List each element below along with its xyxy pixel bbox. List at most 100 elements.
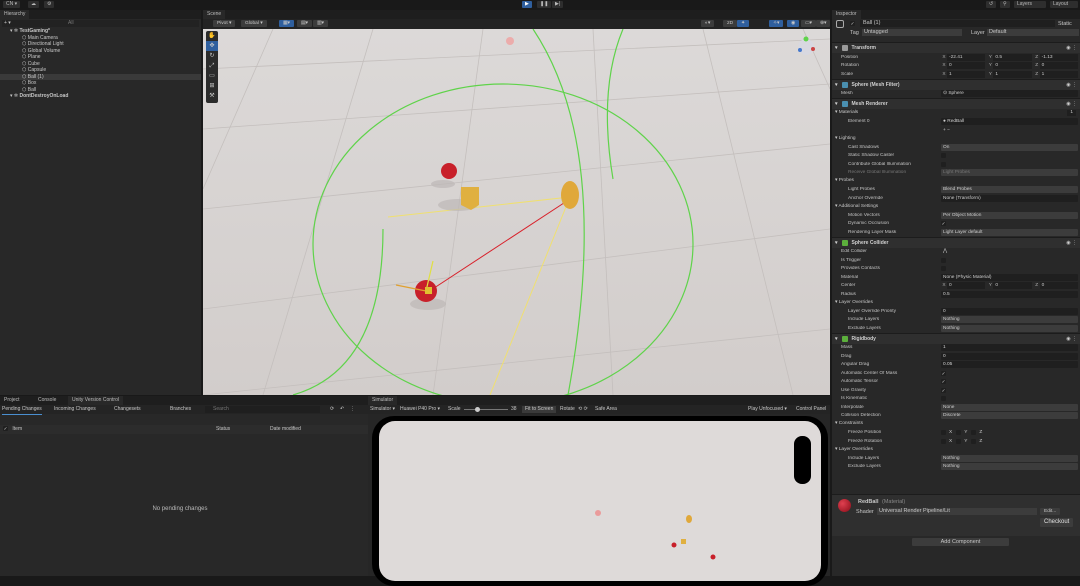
subtab-branches[interactable]: Branches (170, 405, 191, 414)
history-icon[interactable]: ↺ (986, 1, 997, 8)
component-header[interactable]: ▾ Transform ◉ ⋮ (832, 42, 1080, 53)
layers-dropdown[interactable]: Layers (1014, 1, 1046, 8)
foldout-icon[interactable]: ▾ (835, 240, 838, 246)
column-date-modified[interactable]: Date modified (270, 425, 301, 434)
fit-to-screen-button[interactable]: Fit to Screen (522, 406, 557, 413)
transform-tool-icon[interactable]: ⊞ (206, 81, 218, 91)
object-name-field[interactable]: Ball (1) (860, 20, 1055, 27)
tab-unity-version-control[interactable]: Unity Version Control (68, 396, 123, 405)
component-menu-icon[interactable]: ◉ ⋮ (1066, 45, 1077, 51)
gizmos-button[interactable]: ⊕▾ (816, 20, 831, 27)
rotate-tool-icon[interactable]: ↻ (206, 51, 218, 61)
axis-y-input[interactable]: 0 (993, 282, 1032, 290)
step-button[interactable]: ▶| (552, 1, 564, 8)
dropdown[interactable]: Nothing (941, 316, 1078, 324)
capsule-object[interactable] (561, 181, 579, 209)
foldout-section[interactable]: ▾ Constraints (832, 420, 1080, 429)
component-menu-icon[interactable]: ◉ ⋮ (1066, 101, 1077, 107)
component-menu-icon[interactable]: ◉ ⋮ (1066, 240, 1077, 246)
control-panel-button[interactable]: Control Panel (796, 405, 826, 414)
foldout-section[interactable]: ▾ Materials 1 (832, 109, 1080, 118)
value-field[interactable]: None (Transform) (941, 194, 1078, 202)
foldout-section[interactable]: ▾ Additional Settings (832, 203, 1080, 212)
checkbox[interactable] (941, 257, 946, 263)
subtab-incoming-changes[interactable]: Incoming Changes (54, 405, 96, 414)
axis-x-input[interactable]: -22.41 (947, 53, 986, 61)
axis-z-input[interactable]: 1 (1039, 70, 1078, 78)
axis-x-input[interactable]: 0 (947, 282, 986, 290)
axis-y-input[interactable]: 1 (993, 70, 1032, 78)
vector3-field[interactable]: X1Y1Z1 (941, 70, 1078, 78)
value-field[interactable]: 0 (941, 307, 1078, 315)
vector3-field[interactable]: X0Y0Z0 (941, 282, 1078, 290)
component-header[interactable]: ▾ Sphere Collider ◉ ⋮ (832, 236, 1080, 248)
foldout-icon[interactable]: ▾ (835, 336, 838, 342)
foldout-section[interactable]: ▾ Lighting (832, 135, 1080, 144)
constraint-checkbox[interactable] (956, 430, 962, 436)
value-field[interactable]: 0 (941, 352, 1078, 360)
tab-hierarchy[interactable]: Hierarchy (0, 10, 30, 19)
dropdown[interactable]: Nothing (941, 463, 1078, 471)
rect-tool-icon[interactable]: ▭ (206, 71, 218, 81)
axis-x-input[interactable]: 0 (947, 62, 986, 70)
scale-tool-icon[interactable]: ⤢ (206, 61, 218, 71)
axis-y-input[interactable]: 0 (993, 62, 1032, 70)
foldout-icon[interactable]: ▾ (835, 82, 838, 88)
value-field[interactable]: ● RedBall (941, 118, 1078, 126)
vector3-field[interactable]: X -22.41 Y 0.5 Z -1.13 (941, 53, 1078, 61)
safe-area-toggle[interactable]: Safe Area (595, 405, 617, 414)
tag-dropdown[interactable]: Untagged (862, 29, 962, 36)
move-tool-icon[interactable]: ✥ (206, 41, 218, 51)
pivot-dropdown[interactable]: Pivot ▾ (213, 20, 236, 27)
subtab-changesets[interactable]: Changesets (114, 405, 141, 414)
search-icon[interactable]: ⚲ (1000, 1, 1010, 8)
checkbox[interactable] (941, 266, 946, 272)
dropdown[interactable]: Per Object Motion (941, 211, 1078, 219)
tab-inspector[interactable]: Inspector (832, 10, 861, 19)
component-header[interactable]: ▾ Rigidbody ◉ ⋮ (832, 332, 1080, 344)
global-dropdown[interactable]: Global ▾ (241, 20, 267, 27)
scale-slider[interactable] (464, 407, 508, 412)
axis-z-input[interactable]: -1.13 (1039, 53, 1078, 61)
game-view[interactable] (379, 421, 821, 581)
component-menu-icon[interactable]: ◉ ⋮ (1066, 336, 1077, 342)
tab-console[interactable]: Console (34, 396, 60, 405)
dropdown[interactable]: On (941, 143, 1078, 151)
scene-viewport[interactable] (203, 29, 830, 395)
dropdown[interactable]: Discrete (941, 412, 1078, 420)
tab-scene[interactable]: Scene (203, 10, 226, 19)
axis-z-input[interactable]: 0 (1039, 282, 1078, 290)
constraint-checkbox[interactable] (971, 430, 977, 436)
tab-project[interactable]: Project (0, 396, 24, 405)
draw-mode-button[interactable]: ◐▾ (701, 20, 715, 27)
add-component-button[interactable]: Add Component (912, 538, 1009, 546)
account-dropdown[interactable]: CN ▾ (3, 1, 21, 8)
simulator-mode-dropdown[interactable]: Simulator ▾ (370, 405, 395, 414)
dropdown[interactable]: Blend Probes (941, 186, 1078, 194)
value-field[interactable]: ⋀ (941, 248, 1078, 255)
value-field[interactable]: 1 (941, 344, 1078, 352)
2d-button[interactable]: 2D (723, 20, 738, 27)
play-mode-dropdown[interactable]: Play Unfocused ▾ (748, 405, 787, 414)
settings-icon[interactable]: ⚙ (44, 1, 55, 8)
checkbox[interactable]: ✓ (941, 379, 946, 385)
dropdown[interactable]: Light Probes (941, 169, 1078, 177)
checkout-button[interactable]: Checkout (1040, 518, 1074, 527)
value-field[interactable]: + − (941, 127, 1078, 134)
array-count[interactable]: 1 (1067, 110, 1076, 116)
foldout-icon[interactable]: ▾ (835, 101, 838, 107)
camera-button[interactable]: ▭▾ (801, 20, 816, 27)
hand-tool-icon[interactable]: ✋ (206, 31, 218, 41)
hierarchy-search[interactable]: + ▾ All (2, 20, 199, 27)
edit-shader-button[interactable]: Edit... (1040, 508, 1061, 515)
grid-button[interactable]: ▥▾ (313, 20, 328, 27)
checkbox[interactable] (941, 161, 946, 167)
vector3-field[interactable]: X0Y0Z0 (941, 62, 1078, 70)
foldout-section[interactable]: ▾ Probes (832, 177, 1080, 186)
cloud-icon[interactable]: ☁ (28, 1, 39, 8)
rotate-buttons[interactable]: ⟲ ⟳ (578, 405, 588, 414)
lighting-button[interactable]: ✦ (737, 20, 750, 27)
foldout-section[interactable]: ▾ Layer Overrides (832, 446, 1080, 455)
constraint-checkbox[interactable] (941, 438, 946, 444)
constraint-checkbox[interactable] (956, 438, 962, 444)
